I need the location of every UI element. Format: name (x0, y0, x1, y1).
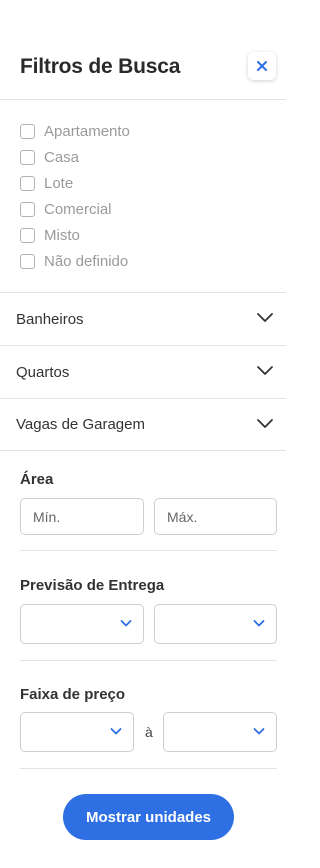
price-range-separator: à (145, 724, 153, 740)
close-icon (257, 61, 267, 71)
checkbox-label: Misto (44, 226, 80, 244)
divider (20, 768, 277, 769)
price-max-select[interactable] (163, 712, 277, 752)
accordion-vagas-de-garagem[interactable]: Vagas de Garagem (0, 398, 286, 451)
chevron-down-icon (257, 313, 273, 322)
chevron-down-icon (257, 419, 273, 428)
checkbox-apartamento[interactable]: Apartamento (20, 118, 270, 144)
checkbox-label: Lote (44, 174, 74, 192)
chevron-down-icon (110, 728, 122, 735)
price-min-select[interactable] (20, 712, 134, 752)
chevron-down-icon (257, 366, 273, 375)
checkbox-label: Comercial (44, 200, 112, 218)
property-type-list: Apartamento Casa Lote Comercial Misto Nã… (20, 118, 270, 274)
chevron-down-icon (253, 620, 265, 627)
area-title: Área (20, 471, 54, 488)
checkbox-nao-definido[interactable]: Não definido (20, 248, 270, 274)
page-title: Filtros de Busca (20, 55, 181, 78)
checkbox-box[interactable] (20, 227, 35, 243)
checkbox-box[interactable] (20, 149, 35, 165)
checkbox-comercial[interactable]: Comercial (20, 196, 270, 222)
show-units-button[interactable]: Mostrar unidades (63, 794, 234, 840)
checkbox-box[interactable] (20, 123, 35, 139)
checkbox-label: Casa (44, 148, 80, 166)
checkbox-casa[interactable]: Casa (20, 144, 270, 170)
checkbox-misto[interactable]: Misto (20, 222, 270, 248)
delivery-month-select[interactable] (20, 604, 144, 644)
checkbox-box[interactable] (20, 175, 35, 191)
delivery-year-select[interactable] (154, 604, 277, 644)
accordion-quartos[interactable]: Quartos (0, 345, 286, 398)
area-max-input[interactable] (154, 498, 277, 535)
close-button[interactable] (248, 52, 276, 80)
filter-header: Filtros de Busca (0, 0, 286, 100)
chevron-down-icon (120, 620, 132, 627)
checkbox-box[interactable] (20, 253, 35, 269)
checkbox-label: Apartamento (44, 122, 130, 140)
delivery-title: Previsão de Entrega (20, 577, 165, 594)
price-title: Faixa de preço (20, 686, 126, 703)
checkbox-box[interactable] (20, 201, 35, 217)
checkbox-lote[interactable]: Lote (20, 170, 270, 196)
accordion-label: Banheiros (16, 310, 84, 328)
area-min-input[interactable] (20, 498, 144, 535)
accordion-banheiros[interactable]: Banheiros (0, 292, 286, 345)
accordion-label: Vagas de Garagem (16, 416, 145, 433)
divider (20, 660, 277, 661)
accordion-label: Quartos (16, 363, 70, 381)
divider (20, 550, 277, 551)
chevron-down-icon (253, 728, 265, 735)
checkbox-label: Não definido (44, 252, 129, 270)
